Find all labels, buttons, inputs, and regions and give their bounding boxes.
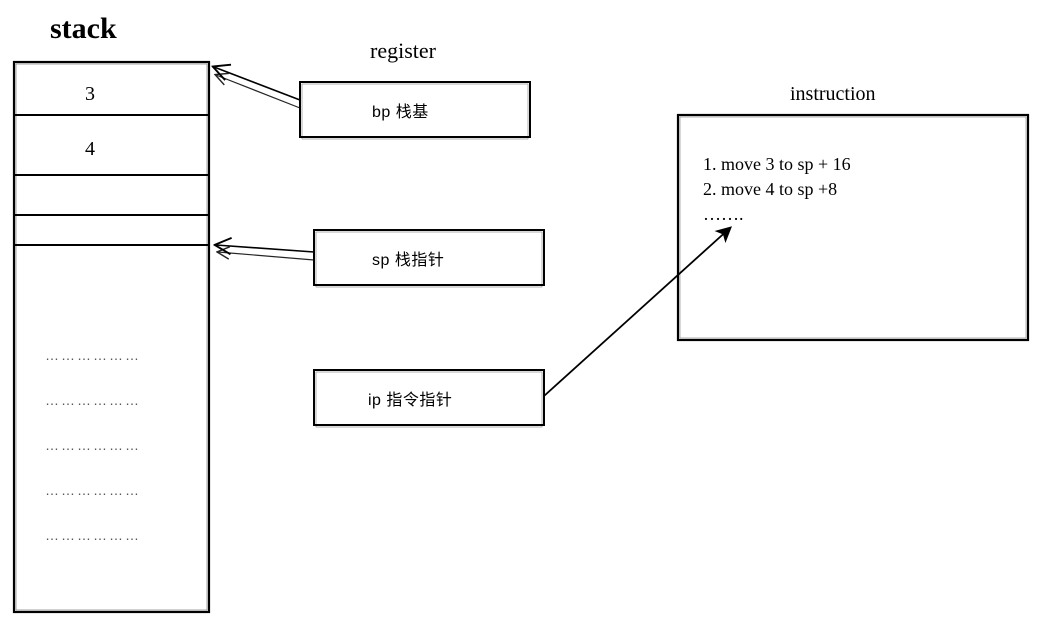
bp-arrow xyxy=(214,67,300,108)
instruction-line-2: 2. move 4 to sp +8 xyxy=(703,179,837,199)
stack-cell-0: 3 xyxy=(85,83,95,105)
instruction-line-3: ……. xyxy=(703,204,744,224)
stack-dots-4: ……………… xyxy=(45,527,141,543)
register-title: register xyxy=(370,38,437,63)
stack-dots-3: ……………… xyxy=(45,482,141,498)
instruction-line-1: 1. move 3 to sp + 16 xyxy=(703,154,851,174)
bp-register-label: bp 栈基 xyxy=(372,103,429,121)
instruction-title: instruction xyxy=(790,83,876,105)
sp-register-box: sp 栈指针 xyxy=(314,230,544,287)
instruction-box: 1. move 3 to sp + 16 2. move 4 to sp +8 … xyxy=(678,115,1028,340)
bp-register-box: bp 栈基 xyxy=(300,82,530,139)
ip-register-box: ip 指令指针 xyxy=(314,370,544,427)
stack-cell-1: 4 xyxy=(85,138,95,160)
ip-arrow xyxy=(544,228,730,396)
sp-arrow xyxy=(216,245,314,260)
stack-dots-2: ……………… xyxy=(45,437,141,453)
sp-register-label: sp 栈指针 xyxy=(372,251,444,269)
ip-register-label: ip 指令指针 xyxy=(368,391,452,409)
stack-dots-1: ……………… xyxy=(45,392,141,408)
stack-title: stack xyxy=(50,12,117,45)
stack-dots-0: ……………… xyxy=(45,347,141,363)
